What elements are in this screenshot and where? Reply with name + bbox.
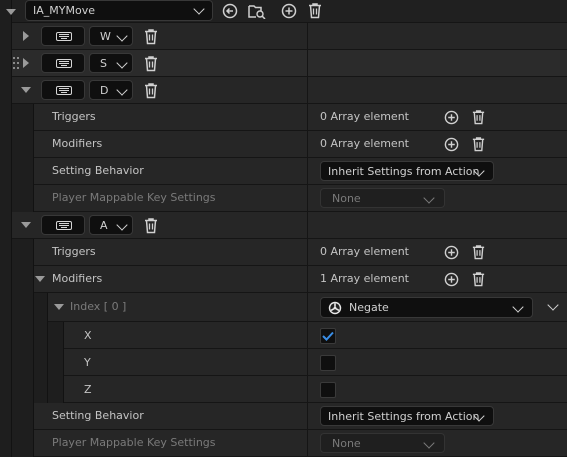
expand-arrow[interactable] <box>23 58 29 68</box>
keyboard-icon <box>56 221 72 230</box>
mapping-row-a <box>0 212 567 239</box>
setting-behavior-label: Setting Behavior <box>52 164 144 177</box>
asset-name: IA_MYMove <box>33 4 95 17</box>
modifier-type-value: Negate <box>349 301 389 314</box>
clear-array-icon[interactable] <box>471 271 486 287</box>
mapping-row-d <box>0 77 567 104</box>
setting-behavior-label: Setting Behavior <box>52 409 144 422</box>
modifiers-label: Modifiers <box>52 272 103 285</box>
clear-array-icon[interactable] <box>471 109 486 125</box>
chevron-down-icon <box>116 219 128 231</box>
checkmark-icon <box>322 331 334 341</box>
key-selector-button[interactable] <box>41 26 85 46</box>
modifier-type-combo[interactable]: Negate <box>320 297 533 318</box>
trash-icon[interactable] <box>143 82 159 99</box>
triggers-label: Triggers <box>52 110 96 123</box>
key-combo-d[interactable]: D <box>89 80 133 100</box>
mapping-row-s <box>0 50 567 77</box>
chevron-down-icon <box>512 301 524 313</box>
key-combo-w[interactable]: W <box>89 26 133 46</box>
drag-handle-icon[interactable] <box>13 57 19 69</box>
key-label: D <box>100 84 109 97</box>
trash-icon[interactable] <box>143 217 159 234</box>
add-element-icon[interactable] <box>444 245 459 260</box>
keyboard-icon <box>56 59 72 68</box>
collapse-arrow[interactable] <box>35 276 45 282</box>
clear-array-icon[interactable] <box>471 136 486 152</box>
pmk-settings-value: None <box>332 192 361 205</box>
pmk-settings-label: Player Mappable Key Settings <box>52 436 216 449</box>
trash-icon[interactable] <box>143 55 159 72</box>
setting-behavior-combo[interactable]: Inherit Settings from Action <box>320 161 494 181</box>
triggers-count: 0 Array element <box>320 245 409 258</box>
a-indent-gutter <box>12 239 34 457</box>
browse-to-asset-icon[interactable] <box>222 3 238 19</box>
index-label: Index [ 0 ] <box>70 300 127 313</box>
triggers-label: Triggers <box>52 245 96 258</box>
collapse-arrow[interactable] <box>21 222 31 228</box>
clear-array-icon[interactable] <box>471 244 486 260</box>
negate-modifier-icon <box>328 301 342 315</box>
setting-behavior-combo[interactable]: Inherit Settings from Action <box>320 406 494 426</box>
key-selector-button[interactable] <box>41 215 85 235</box>
mapping-row-w <box>0 23 567 50</box>
x-axis-label: X <box>84 329 92 342</box>
column-divider[interactable] <box>307 23 308 457</box>
key-combo-s[interactable]: S <box>89 53 133 73</box>
setting-behavior-value: Inherit Settings from Action <box>328 165 480 178</box>
add-element-icon[interactable] <box>444 272 459 287</box>
input-action-combo[interactable]: IA_MYMove <box>25 0 213 21</box>
pmk-settings-combo[interactable]: None <box>320 433 445 453</box>
pmk-settings-label: Player Mappable Key Settings <box>52 191 216 204</box>
key-label: A <box>100 219 108 232</box>
key-label: W <box>100 30 111 43</box>
chevron-down-icon <box>423 437 435 449</box>
z-axis-checkbox[interactable] <box>320 382 336 398</box>
expand-arrow[interactable] <box>23 31 29 41</box>
y-axis-label: Y <box>84 356 91 369</box>
y-axis-checkbox[interactable] <box>320 355 336 371</box>
chevron-down-icon <box>116 84 128 96</box>
index-indent-gutter <box>34 293 48 403</box>
collapse-arrow[interactable] <box>54 304 64 310</box>
key-combo-a[interactable]: A <box>89 215 133 235</box>
find-in-browser-icon[interactable] <box>248 3 266 19</box>
d-indent-gutter <box>12 104 34 212</box>
setting-behavior-value: Inherit Settings from Action <box>328 410 480 423</box>
pmk-settings-value: None <box>332 437 361 450</box>
keyboard-icon <box>56 86 72 95</box>
modifiers-count: 0 Array element <box>320 137 409 150</box>
modifiers-label: Modifiers <box>52 137 103 150</box>
add-element-icon[interactable] <box>444 110 459 125</box>
x-axis-checkbox[interactable] <box>320 328 336 344</box>
keyboard-icon <box>56 32 72 41</box>
chevron-down-icon <box>193 3 205 15</box>
add-element-icon[interactable] <box>444 137 459 152</box>
trash-icon[interactable] <box>143 28 159 45</box>
collapse-arrow[interactable] <box>6 9 16 15</box>
modifiers-count: 1 Array element <box>320 272 409 285</box>
left-gutter <box>0 0 12 457</box>
z-axis-label: Z <box>84 383 92 396</box>
key-label: S <box>100 57 107 70</box>
add-mapping-icon[interactable] <box>281 3 297 19</box>
chevron-down-icon <box>116 57 128 69</box>
key-selector-button[interactable] <box>41 80 85 100</box>
delete-mapping-icon[interactable] <box>307 2 323 19</box>
key-selector-button[interactable] <box>41 53 85 73</box>
collapse-arrow[interactable] <box>21 87 31 93</box>
chevron-down-icon <box>423 192 435 204</box>
triggers-count: 0 Array element <box>320 110 409 123</box>
chevron-down-icon <box>116 30 128 42</box>
pmk-settings-combo[interactable]: None <box>320 188 445 208</box>
xyz-indent-gutter <box>48 322 64 403</box>
